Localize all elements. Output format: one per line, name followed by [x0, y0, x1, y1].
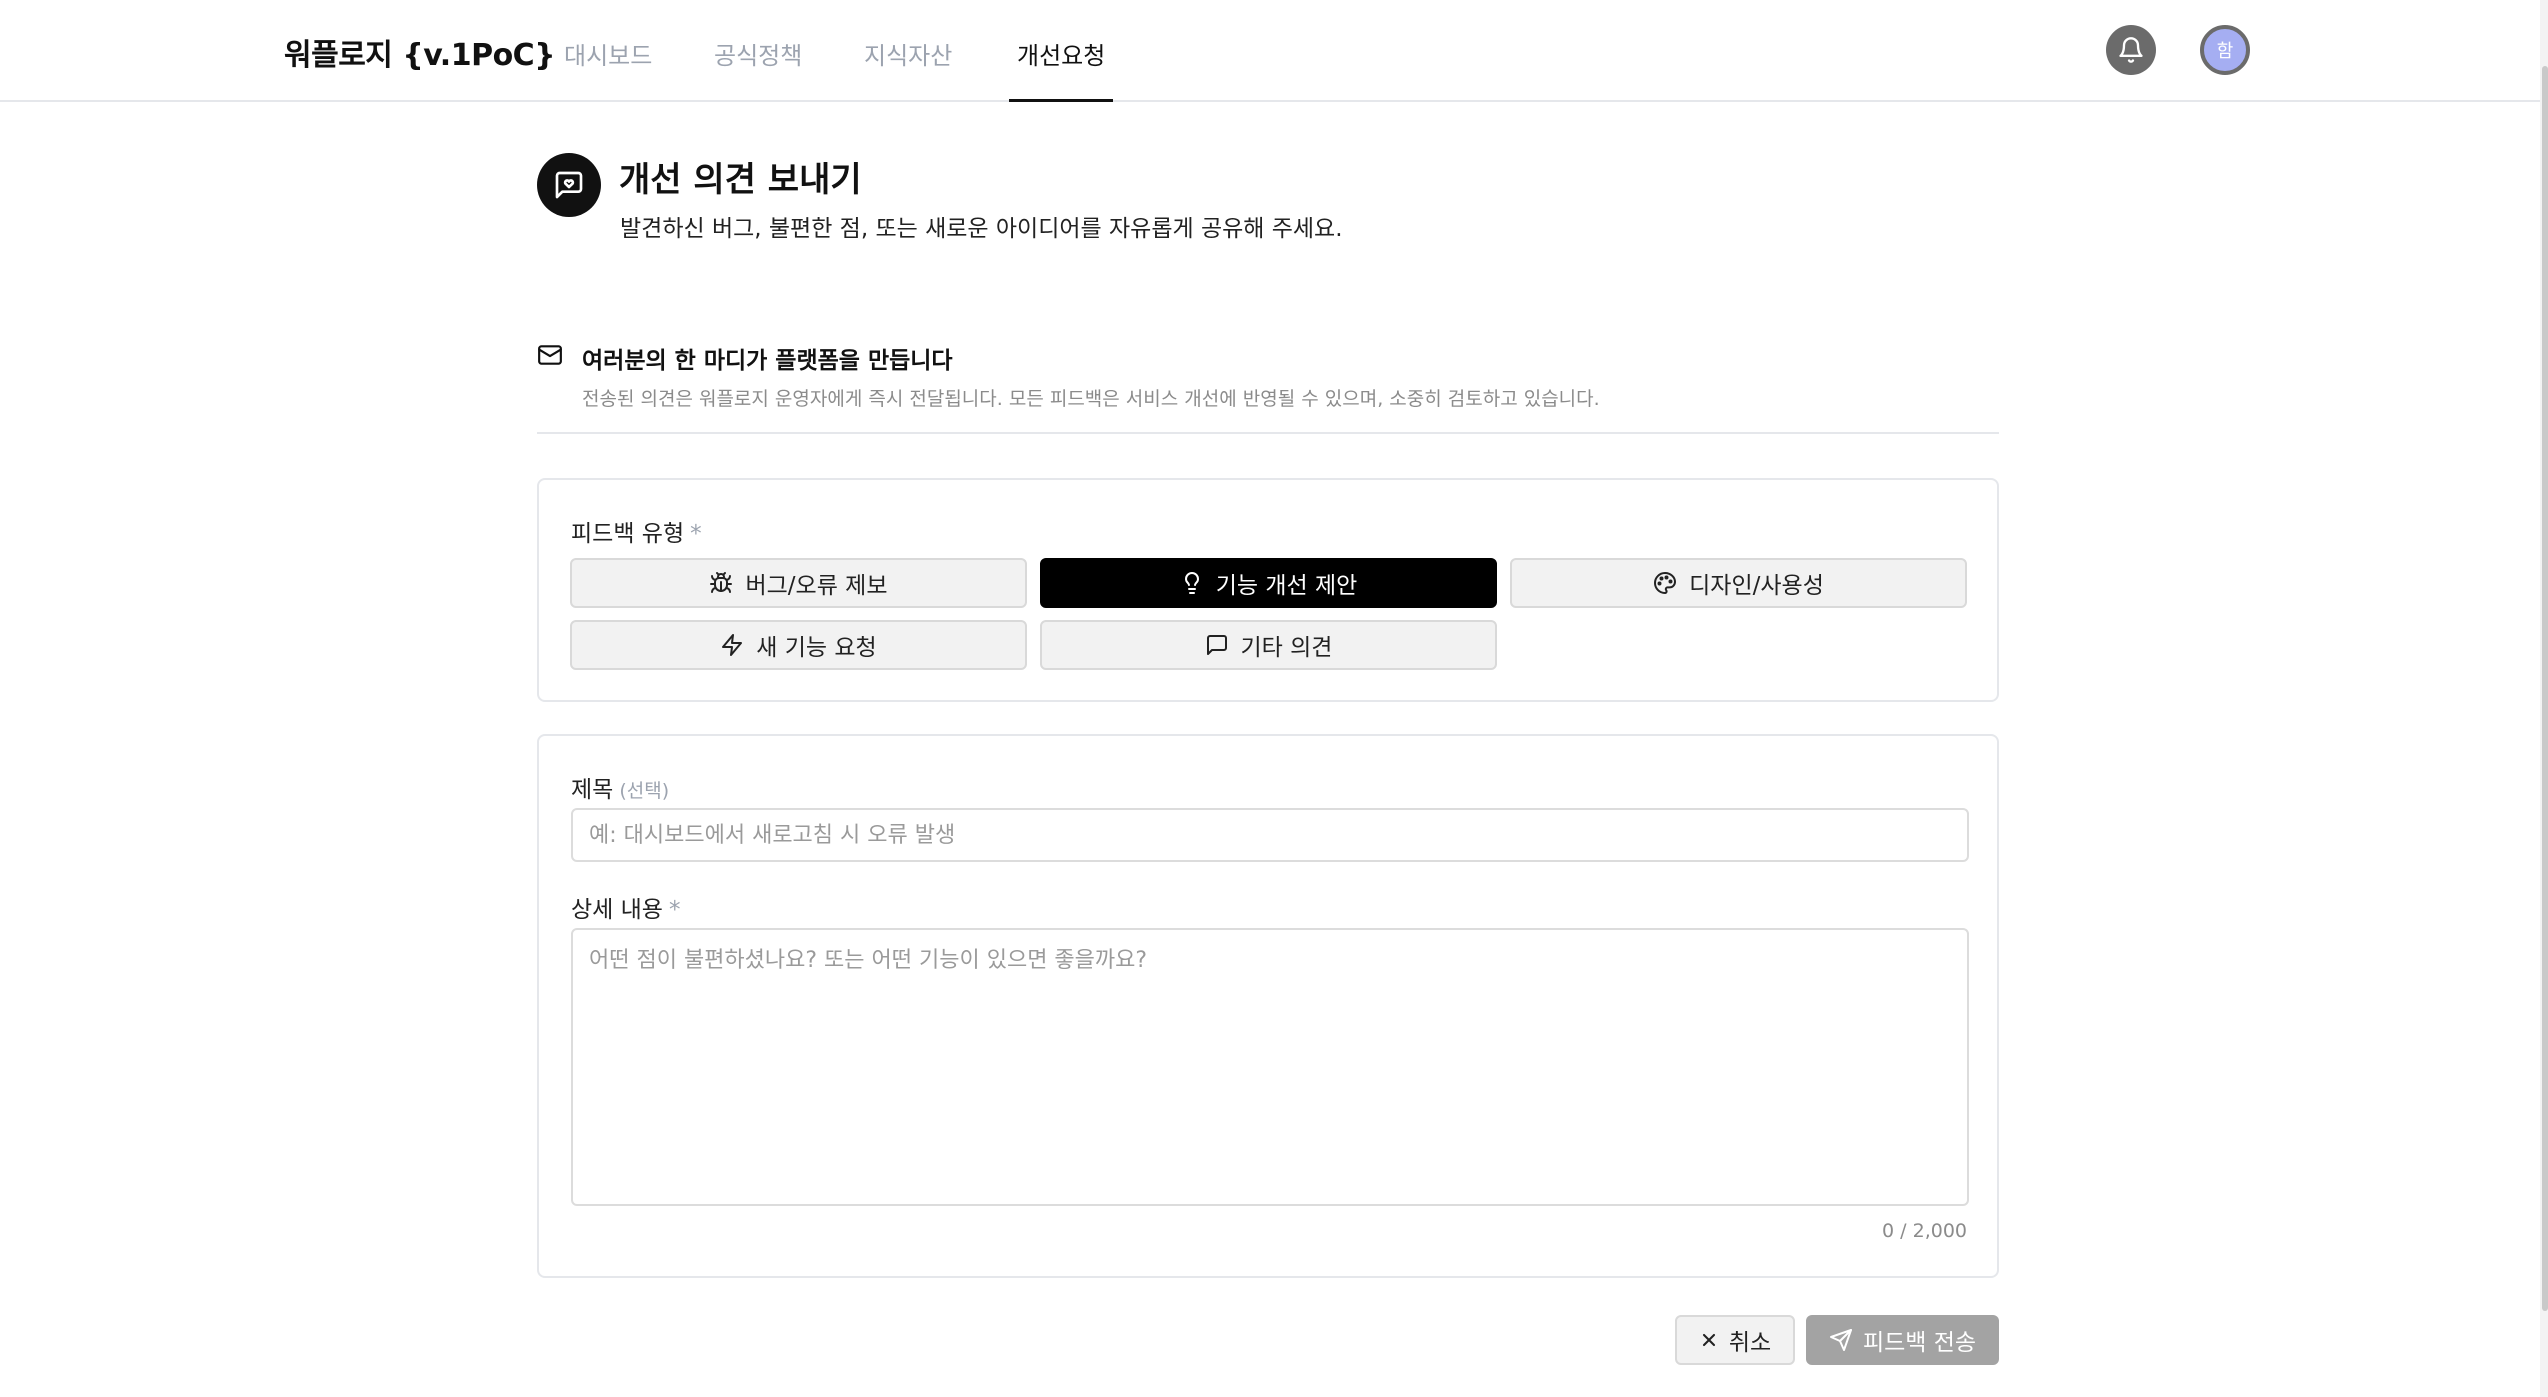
tab-improvement-request[interactable]: 개선요청 — [1008, 36, 1114, 102]
type-option-label: 디자인/사용성 — [1689, 573, 1824, 599]
tab-dashboard[interactable]: 대시보드 — [564, 36, 652, 102]
type-option-bug-report[interactable]: 버그/오류 제보 — [570, 558, 1027, 608]
page-subtitle: 발견하신 버그, 불편한 점, 또는 새로운 아이디어를 자유롭게 공유해 주세… — [620, 216, 1343, 242]
brand-logo[interactable]: 워플로지 {v.1PoC} — [284, 30, 556, 74]
bug-icon — [709, 571, 733, 595]
type-option-label: 버그/오류 제보 — [745, 573, 888, 599]
notifications-button[interactable] — [2106, 25, 2156, 75]
character-counter: 0 / 2,000 — [1882, 1220, 1967, 1242]
send-icon — [1829, 1328, 1853, 1352]
optional-mark: (선택) — [619, 780, 670, 802]
tab-knowledge-assets[interactable]: 지식자산 — [864, 36, 952, 102]
required-mark: * — [668, 897, 681, 923]
type-option-label: 새 기능 요청 — [756, 635, 877, 661]
type-option-label: 기능 개선 제안 — [1215, 573, 1358, 599]
avatar-initial: 함 — [2216, 41, 2234, 62]
page-title: 개선 의견 보내기 — [619, 160, 862, 200]
submit-label: 피드백 전송 — [1862, 1330, 1977, 1356]
feedback-type-card: 피드백 유형 * 버그/오류 제보 기능 개선 제안 디자인/사용성 새 기능 … — [537, 478, 1999, 702]
close-icon — [1699, 1330, 1719, 1350]
bell-icon — [2117, 36, 2145, 64]
type-option-design-usability[interactable]: 디자인/사용성 — [1510, 558, 1967, 608]
message-heart-icon — [537, 153, 601, 217]
section-divider — [537, 432, 1999, 434]
type-option-other[interactable]: 기타 의견 — [1040, 620, 1497, 670]
type-option-new-feature[interactable]: 새 기능 요청 — [570, 620, 1027, 670]
feedback-form-card: 제목(선택) 상세 내용* 0 / 2,000 — [537, 734, 1999, 1278]
type-option-label: 기타 의견 — [1240, 635, 1333, 661]
detail-textarea[interactable] — [571, 928, 1969, 1206]
notice-description: 전송된 의견은 워플로지 운영자에게 즉시 전달됩니다. 모든 피드백은 서비스… — [582, 388, 1600, 410]
top-navigation-bar: 워플로지 {v.1PoC} 대시보드 공식정책 지식자산 개선요청 함 — [0, 0, 2540, 102]
message-square-icon — [1205, 633, 1229, 657]
tab-official-policy[interactable]: 공식정책 — [714, 36, 802, 102]
mail-icon — [537, 342, 563, 368]
cancel-button[interactable]: 취소 — [1675, 1315, 1795, 1365]
type-option-feature-improvement[interactable]: 기능 개선 제안 — [1040, 558, 1497, 608]
lightbulb-icon — [1180, 571, 1204, 595]
user-avatar[interactable]: 함 — [2200, 25, 2250, 75]
submit-feedback-button[interactable]: 피드백 전송 — [1806, 1315, 1999, 1365]
title-field-label: 제목 (선택) — [571, 777, 670, 803]
palette-icon — [1653, 571, 1677, 595]
zap-icon — [720, 633, 744, 657]
required-mark: * — [690, 521, 702, 547]
feedback-type-label: 피드백 유형 * — [571, 521, 702, 547]
detail-field-label: 상세 내용 * — [571, 897, 681, 923]
notice-title: 여러분의 한 마디가 플랫폼을 만듭니다 — [582, 348, 953, 374]
cancel-label: 취소 — [1728, 1330, 1772, 1356]
scrollbar-thumb[interactable] — [2542, 66, 2548, 1311]
title-input[interactable] — [571, 808, 1969, 862]
